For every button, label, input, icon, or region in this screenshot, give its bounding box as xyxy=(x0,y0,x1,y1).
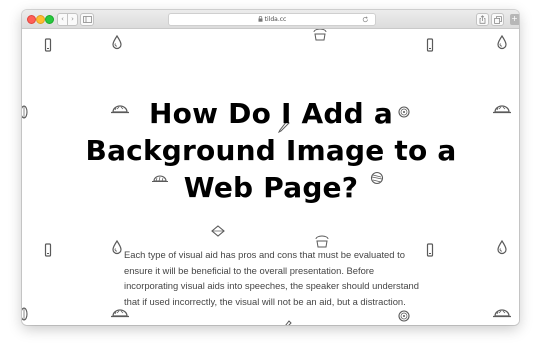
new-tab-icon: + xyxy=(511,14,518,23)
diamond-icon xyxy=(211,225,225,237)
close-window-button[interactable] xyxy=(27,15,36,24)
address-bar[interactable]: tilda.cc xyxy=(168,13,376,26)
share-button[interactable] xyxy=(476,13,489,26)
phone-icon xyxy=(426,38,434,52)
lemon-icon xyxy=(398,310,410,322)
zoom-window-button[interactable] xyxy=(45,15,54,24)
leaf-icon xyxy=(22,105,28,119)
phone-icon xyxy=(426,243,434,257)
tomato-icon xyxy=(492,309,512,318)
show-tabs-button[interactable] xyxy=(491,13,504,26)
url-text: tilda.cc xyxy=(264,16,287,23)
share-icon xyxy=(479,15,486,24)
forward-icon: › xyxy=(71,15,74,23)
drop-icon xyxy=(112,240,122,255)
tabs-icon xyxy=(493,15,502,24)
page-content: How Do I Add a Background Image to a Web… xyxy=(22,29,519,325)
new-tab-button[interactable]: + xyxy=(510,14,519,25)
phone-icon xyxy=(44,243,52,257)
forward-button[interactable]: › xyxy=(67,13,78,26)
tomato-icon xyxy=(492,105,512,114)
drop-icon xyxy=(112,35,122,50)
reload-icon[interactable] xyxy=(362,14,369,25)
browser-window: ‹ › tilda.cc + How Do I Add a Background… xyxy=(22,10,519,325)
cup-icon xyxy=(315,235,329,248)
drop-icon xyxy=(497,240,507,255)
browser-toolbar: ‹ › tilda.cc + xyxy=(22,10,519,29)
pencil-icon xyxy=(280,320,292,325)
drop-icon xyxy=(497,35,507,50)
lock-icon xyxy=(258,16,263,22)
sidebar-icon xyxy=(82,16,92,23)
back-icon: ‹ xyxy=(61,15,64,23)
tomato-icon xyxy=(110,309,130,318)
page-title: How Do I Add a Background Image to a Web… xyxy=(85,97,457,204)
sidebar-toggle-button[interactable] xyxy=(80,13,94,26)
cup-icon xyxy=(313,29,327,41)
page-body-text: Each type of visual aid has pros and con… xyxy=(124,249,419,308)
leaf-icon xyxy=(22,307,28,321)
minimize-window-button[interactable] xyxy=(36,15,45,24)
phone-icon xyxy=(44,38,52,52)
